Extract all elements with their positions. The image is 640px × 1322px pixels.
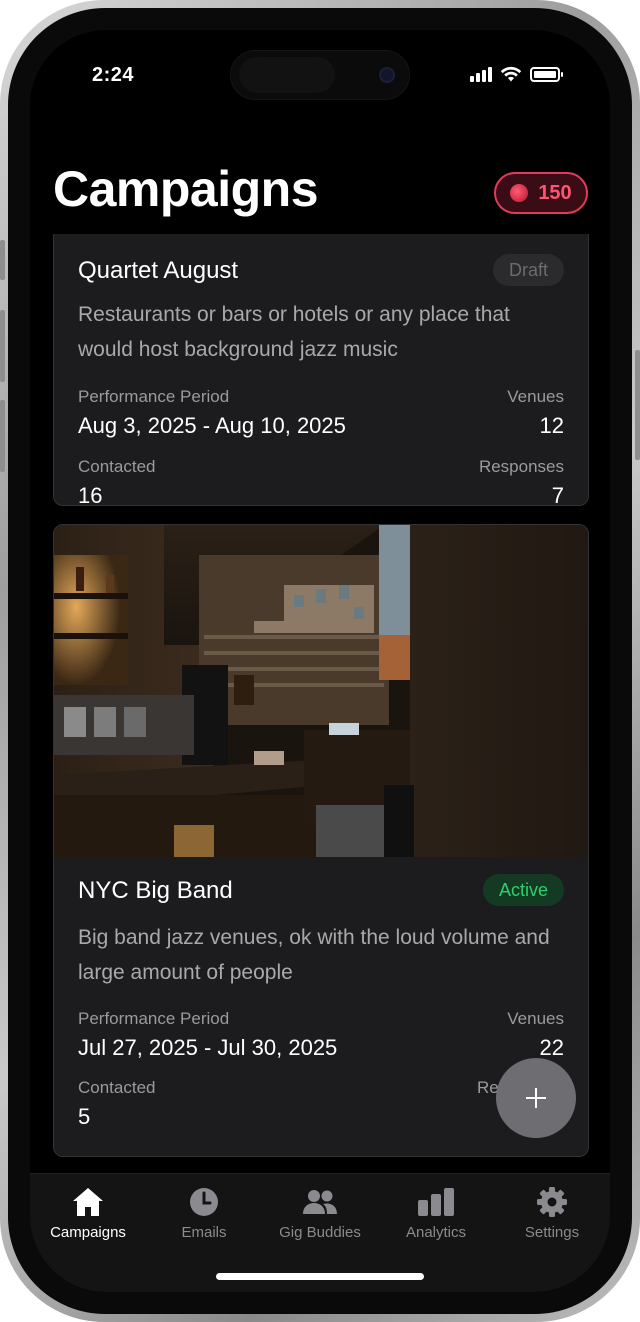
- home-icon: [73, 1188, 103, 1216]
- venues-label: Venues: [507, 387, 564, 406]
- period-value: Aug 3, 2025 - Aug 10, 2025: [78, 413, 346, 438]
- campaign-list[interactable]: Quartet August Draft Restaurants or bars…: [30, 234, 610, 1174]
- tab-label: Gig Buddies: [279, 1224, 361, 1241]
- status-badge: Draft: [492, 254, 564, 286]
- power-button: [635, 350, 640, 460]
- credits-value: 150: [538, 181, 572, 204]
- bar-chart-icon: [418, 1188, 454, 1216]
- gear-icon: [537, 1187, 567, 1217]
- tab-analytics[interactable]: Analytics: [378, 1186, 494, 1241]
- credits-badge[interactable]: 150: [494, 172, 588, 214]
- tab-gig-buddies[interactable]: Gig Buddies: [262, 1186, 378, 1241]
- campaign-description: Big band jazz venues, ok with the loud v…: [78, 926, 550, 984]
- responses-label: Responses: [478, 457, 564, 476]
- clock-icon: [190, 1188, 218, 1216]
- campaign-title: NYC Big Band: [78, 877, 233, 904]
- venues-value: 22: [539, 1035, 564, 1060]
- period-label: Performance Period: [78, 1009, 230, 1028]
- plus-icon: [526, 1088, 546, 1108]
- campaign-title: Quartet August: [78, 257, 239, 284]
- wifi-icon: [500, 66, 522, 82]
- add-campaign-button[interactable]: [496, 1058, 576, 1138]
- period-label: Performance Period: [78, 387, 230, 406]
- page-title: Campaigns: [53, 161, 319, 217]
- venues-label: Venues: [507, 1009, 564, 1028]
- responses-value: 7: [551, 483, 564, 506]
- front-camera: [379, 67, 395, 83]
- people-icon: [303, 1190, 337, 1214]
- venues-value: 12: [539, 413, 564, 438]
- home-indicator[interactable]: [216, 1273, 424, 1280]
- tab-label: Campaigns: [50, 1224, 126, 1241]
- campaign-card[interactable]: Quartet August Draft Restaurants or bars…: [53, 234, 589, 506]
- campaign-photo: [54, 525, 588, 857]
- tab-label: Emails: [181, 1224, 227, 1241]
- status-icons: [470, 66, 563, 82]
- mute-switch: [0, 240, 5, 280]
- volume-up-button: [0, 310, 5, 382]
- campaign-description: Restaurants or bars or hotels or any pla…: [78, 303, 510, 361]
- campaign-card[interactable]: NYC Big Band Active Big band jazz venues…: [53, 524, 589, 1157]
- battery-icon: [530, 67, 563, 82]
- screen: 2:24 Campaigns 150 Quartet August Draft …: [30, 30, 610, 1292]
- status-badge: Active: [482, 874, 564, 906]
- contacted-label: Contacted: [78, 1078, 156, 1097]
- volume-down-button: [0, 400, 5, 472]
- status-time: 2:24: [92, 64, 135, 86]
- tab-label: Analytics: [405, 1224, 467, 1241]
- contacted-label: Contacted: [78, 457, 156, 476]
- tab-campaigns[interactable]: Campaigns: [30, 1186, 146, 1241]
- credits-icon: [510, 184, 529, 202]
- contacted-value: 16: [78, 483, 103, 506]
- dynamic-island: [230, 50, 410, 100]
- contacted-value: 5: [78, 1104, 91, 1129]
- cellular-signal-icon: [470, 66, 492, 82]
- period-value: Jul 27, 2025 - Jul 30, 2025: [78, 1035, 338, 1060]
- tab-emails[interactable]: Emails: [146, 1186, 262, 1241]
- tab-settings[interactable]: Settings: [494, 1186, 610, 1241]
- tab-label: Settings: [524, 1224, 580, 1241]
- island-sensor: [239, 57, 335, 93]
